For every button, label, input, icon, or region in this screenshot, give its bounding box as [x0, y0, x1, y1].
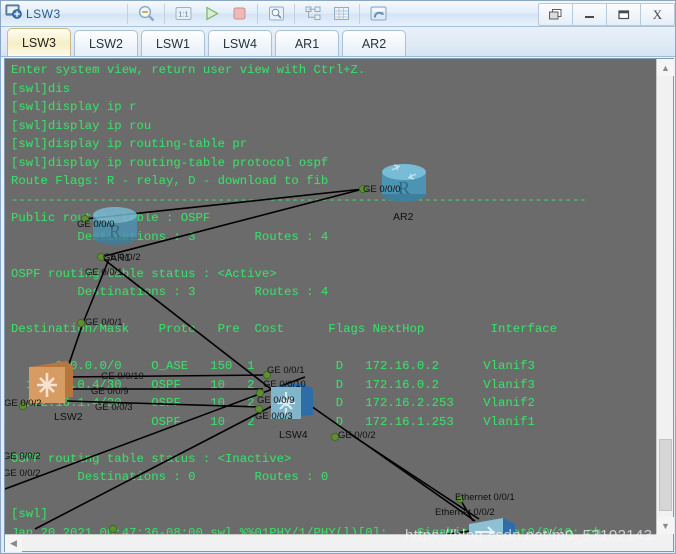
- tab-label: LSW4: [222, 36, 258, 51]
- capture-packet-icon[interactable]: [262, 3, 290, 25]
- minimize-button[interactable]: [573, 3, 607, 26]
- toolbar-divider-2: [164, 3, 165, 24]
- topology-tree-icon[interactable]: [299, 3, 327, 25]
- screenshot-icon[interactable]: [364, 3, 392, 25]
- terminal-vertical-scrollbar[interactable]: ▲ ▼: [656, 59, 674, 534]
- terminal-output-area[interactable]: Enter system view, return user view with…: [5, 59, 656, 534]
- window-controls: X: [538, 3, 675, 26]
- tab-lsw1[interactable]: LSW1: [141, 30, 205, 56]
- toolbar-divider-1: [127, 3, 128, 24]
- tab-lsw3[interactable]: LSW3: [7, 28, 71, 56]
- title-bar: LSW3 1:1 X: [1, 1, 675, 27]
- scroll-left-icon[interactable]: ◀: [5, 535, 22, 552]
- tab-label: LSW3: [21, 35, 57, 50]
- close-button[interactable]: X: [641, 3, 675, 26]
- toolbar-divider-4: [294, 3, 295, 24]
- tab-ar2[interactable]: AR2: [342, 30, 406, 56]
- watermark-text: https://blog.csdn.net/m0_53102143: [405, 527, 653, 544]
- toolbar-divider-5: [359, 3, 360, 24]
- maximize-button[interactable]: [607, 3, 641, 26]
- scroll-down-icon[interactable]: ▼: [657, 517, 674, 534]
- tab-label: AR2: [361, 36, 387, 51]
- tab-label: LSW1: [155, 36, 191, 51]
- zoom-out-icon[interactable]: [132, 3, 160, 25]
- actual-size-icon[interactable]: 1:1: [169, 3, 197, 25]
- tab-label: AR1: [294, 36, 320, 51]
- svg-text:1:1: 1:1: [178, 10, 188, 19]
- tab-lsw4[interactable]: LSW4: [208, 30, 272, 56]
- terminal-text: Enter system view, return user view with…: [11, 63, 602, 534]
- tab-lsw2[interactable]: LSW2: [74, 30, 138, 56]
- tab-label: LSW2: [88, 36, 124, 51]
- scrollbar-corner: [656, 534, 673, 551]
- window-title: LSW3: [26, 6, 61, 21]
- grid-icon[interactable]: [327, 3, 355, 25]
- device-icon: [5, 2, 23, 25]
- vertical-scroll-thumb[interactable]: [659, 439, 672, 511]
- restore-window-button[interactable]: [538, 3, 573, 26]
- scroll-up-icon[interactable]: ▲: [657, 59, 674, 76]
- device-tab-bar: LSW3 LSW2 LSW1 LSW4 AR1 AR2: [1, 27, 675, 57]
- app-identity: LSW3: [1, 2, 123, 25]
- tab-ar1[interactable]: AR1: [275, 30, 339, 56]
- start-icon[interactable]: [197, 3, 225, 25]
- stop-icon[interactable]: [225, 3, 253, 25]
- terminal-panel: Enter system view, return user view with…: [4, 58, 674, 552]
- ensp-cli-window: LSW3 1:1 X LSW3 LSW2 LSW1 LSW4 AR1 AR2 E…: [0, 0, 676, 554]
- toolbar-divider-3: [257, 3, 258, 24]
- close-icon: X: [652, 6, 663, 22]
